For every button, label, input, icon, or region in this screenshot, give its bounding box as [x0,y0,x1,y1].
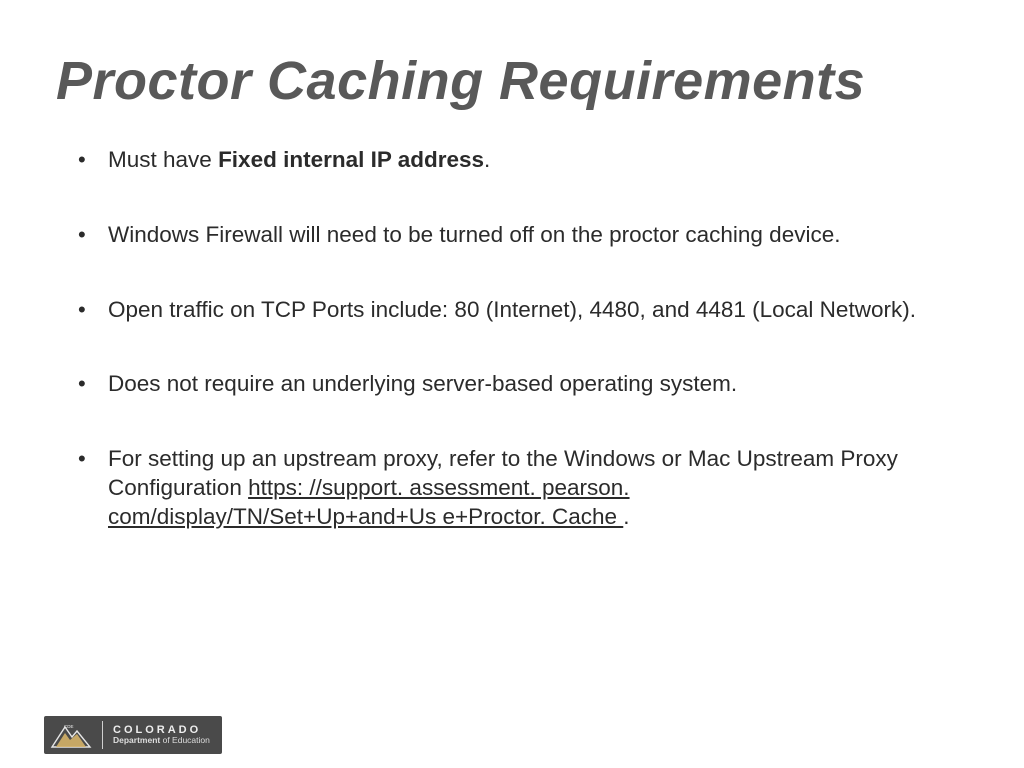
list-item: Does not require an underlying server-ba… [84,370,968,399]
text: Open traffic on TCP Ports include: 80 (I… [108,297,916,322]
bullet-list: Must have Fixed internal IP address. Win… [56,146,968,532]
brand-sub: Department of Education [113,736,210,745]
brand-dept-bold: Department [113,735,160,745]
slide: Proctor Caching Requirements Must have F… [0,0,1024,768]
list-item: For setting up an upstream proxy, refer … [84,445,968,531]
text: . [484,147,490,172]
list-item: Windows Firewall will need to be turned … [84,221,968,250]
slide-title: Proctor Caching Requirements [56,50,968,112]
brand-text: COLORADO Department of Education [113,725,210,745]
text: . [623,504,629,529]
list-item: Must have Fixed internal IP address. [84,146,968,175]
text: Must have [108,147,218,172]
mountain-icon: CDE [50,721,92,749]
badge-text: CDE [64,724,74,729]
divider [102,721,103,749]
brand-dept-rest: of Education [160,735,210,745]
footer-logo: CDE COLORADO Department of Education [44,716,222,754]
text: Windows Firewall will need to be turned … [108,222,840,247]
text: Does not require an underlying server-ba… [108,371,737,396]
text-bold: Fixed internal IP address [218,147,484,172]
list-item: Open traffic on TCP Ports include: 80 (I… [84,296,968,325]
